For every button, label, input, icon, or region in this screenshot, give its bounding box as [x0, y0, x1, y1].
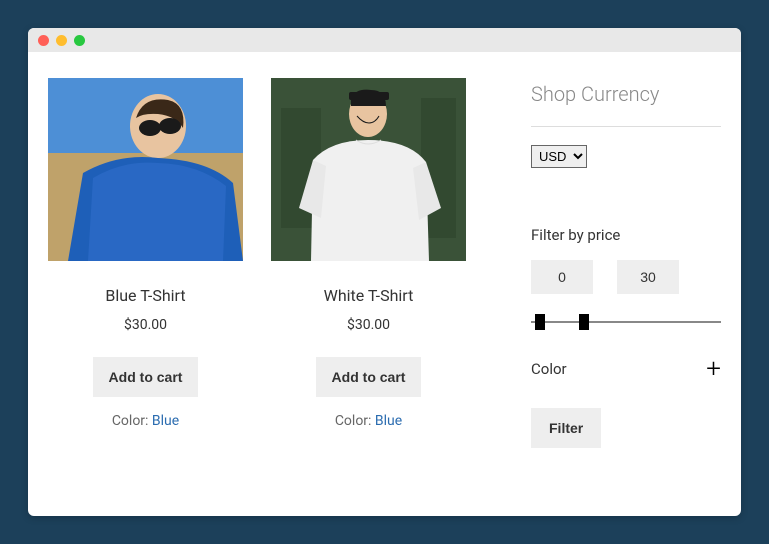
product-price: $30.00 [48, 317, 243, 333]
plus-icon[interactable]: + [706, 356, 721, 382]
product-title[interactable]: Blue T-Shirt [48, 286, 243, 305]
color-prefix: Color: [335, 413, 375, 429]
currency-select[interactable]: USD [531, 145, 587, 168]
color-filter-row: Color + [531, 356, 721, 382]
currency-heading: Shop Currency [531, 82, 721, 106]
product-color-line: Color: Blue [271, 413, 466, 429]
divider [531, 126, 721, 127]
price-min-input[interactable] [531, 260, 593, 294]
filter-section: Filter by price Color + Filter [531, 226, 721, 448]
content-area: Blue T-Shirt $30.00 Add to cart Color: B… [28, 52, 741, 516]
product-grid: Blue T-Shirt $30.00 Add to cart Color: B… [48, 78, 503, 506]
add-to-cart-button[interactable]: Add to cart [93, 357, 199, 397]
price-slider[interactable] [531, 314, 721, 330]
product-title[interactable]: White T-Shirt [271, 286, 466, 305]
color-filter-label: Color [531, 360, 567, 378]
product-image[interactable] [271, 78, 466, 261]
window-titlebar [28, 28, 741, 52]
minimize-icon[interactable] [56, 35, 67, 46]
color-prefix: Color: [112, 413, 152, 429]
slider-handle-min[interactable] [535, 314, 545, 330]
product-image[interactable] [48, 78, 243, 261]
price-max-input[interactable] [617, 260, 679, 294]
sidebar: Shop Currency USD Filter by price Color [531, 78, 721, 506]
filter-button[interactable]: Filter [531, 408, 601, 448]
app-window: Blue T-Shirt $30.00 Add to cart Color: B… [28, 28, 741, 516]
slider-track [531, 321, 721, 323]
color-value[interactable]: Blue [152, 413, 179, 429]
add-to-cart-button[interactable]: Add to cart [316, 357, 422, 397]
product-color-line: Color: Blue [48, 413, 243, 429]
color-value[interactable]: Blue [375, 413, 402, 429]
product-price: $30.00 [271, 317, 466, 333]
product-card: Blue T-Shirt $30.00 Add to cart Color: B… [48, 78, 243, 506]
close-icon[interactable] [38, 35, 49, 46]
maximize-icon[interactable] [74, 35, 85, 46]
price-inputs [531, 260, 721, 294]
product-card: White T-Shirt $30.00 Add to cart Color: … [271, 78, 466, 506]
filter-price-heading: Filter by price [531, 226, 721, 244]
slider-handle-max[interactable] [579, 314, 589, 330]
